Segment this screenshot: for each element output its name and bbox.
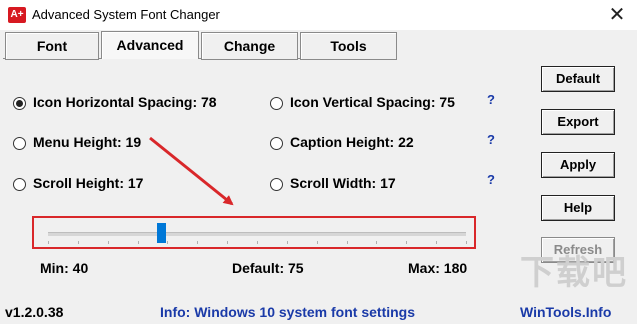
option-label: Scroll Width: 17 bbox=[290, 175, 396, 191]
radio-icon-vertical-spacing[interactable] bbox=[270, 97, 283, 110]
tab-font[interactable]: Font bbox=[5, 32, 99, 60]
version-label: v1.2.0.38 bbox=[5, 304, 64, 320]
tab-tools[interactable]: Tools bbox=[300, 32, 397, 60]
slider-track[interactable] bbox=[48, 232, 466, 236]
tab-advanced[interactable]: Advanced bbox=[101, 31, 199, 59]
window-title: Advanced System Font Changer bbox=[32, 7, 220, 22]
slider-tick bbox=[316, 241, 318, 244]
help-button[interactable]: Help bbox=[541, 195, 615, 221]
slider-tick bbox=[167, 241, 169, 244]
slider-tick bbox=[376, 241, 378, 244]
option-label: Menu Height: 19 bbox=[33, 134, 142, 150]
option-label: Icon Horizontal Spacing: 78 bbox=[33, 94, 217, 110]
slider-tick bbox=[436, 241, 438, 244]
info-label: Info: Windows 10 system font settings bbox=[160, 304, 416, 320]
close-icon[interactable]: ✕ bbox=[604, 4, 630, 26]
site-link[interactable]: WinTools.Info bbox=[520, 304, 611, 320]
slider-min-label: Min: 40 bbox=[40, 260, 89, 276]
export-button[interactable]: Export bbox=[541, 109, 615, 135]
radio-icon-horizontal-spacing[interactable] bbox=[13, 97, 26, 110]
watermark-logo: 下载吧 bbox=[520, 254, 628, 292]
slider-tick bbox=[197, 241, 199, 244]
slider-default-label: Default: 75 bbox=[232, 260, 304, 276]
radio-caption-height[interactable] bbox=[270, 137, 283, 150]
slider-highlight-box bbox=[32, 216, 476, 249]
slider-thumb[interactable] bbox=[157, 223, 167, 243]
option-label: Icon Vertical Spacing: 75 bbox=[290, 94, 455, 110]
slider-tick bbox=[77, 241, 79, 244]
title-bar: A+ Advanced System Font Changer ✕ bbox=[0, 0, 637, 30]
slider-tick bbox=[227, 241, 229, 244]
slider-tick bbox=[137, 241, 139, 244]
slider-tick bbox=[346, 241, 348, 244]
slider-tick bbox=[107, 241, 109, 244]
radio-scroll-width[interactable] bbox=[270, 178, 283, 191]
slider-tick bbox=[406, 241, 408, 244]
tab-change[interactable]: Change bbox=[201, 32, 298, 60]
slider-max-label: Max: 180 bbox=[408, 260, 468, 276]
slider-tick bbox=[257, 241, 258, 244]
slider-tick bbox=[466, 241, 467, 244]
help-caption-height[interactable]: ? bbox=[487, 132, 495, 147]
slider-tick bbox=[286, 241, 288, 244]
option-label: Caption Height: 22 bbox=[290, 134, 414, 150]
apply-button[interactable]: Apply bbox=[541, 152, 615, 178]
help-scroll-width[interactable]: ? bbox=[487, 172, 495, 187]
help-icon-vertical-spacing[interactable]: ? bbox=[487, 92, 495, 107]
slider-tick bbox=[48, 241, 49, 244]
default-button[interactable]: Default bbox=[541, 66, 615, 92]
radio-scroll-height[interactable] bbox=[13, 178, 26, 191]
option-label: Scroll Height: 17 bbox=[33, 175, 144, 191]
radio-menu-height[interactable] bbox=[13, 137, 26, 150]
app-icon: A+ bbox=[8, 7, 26, 23]
